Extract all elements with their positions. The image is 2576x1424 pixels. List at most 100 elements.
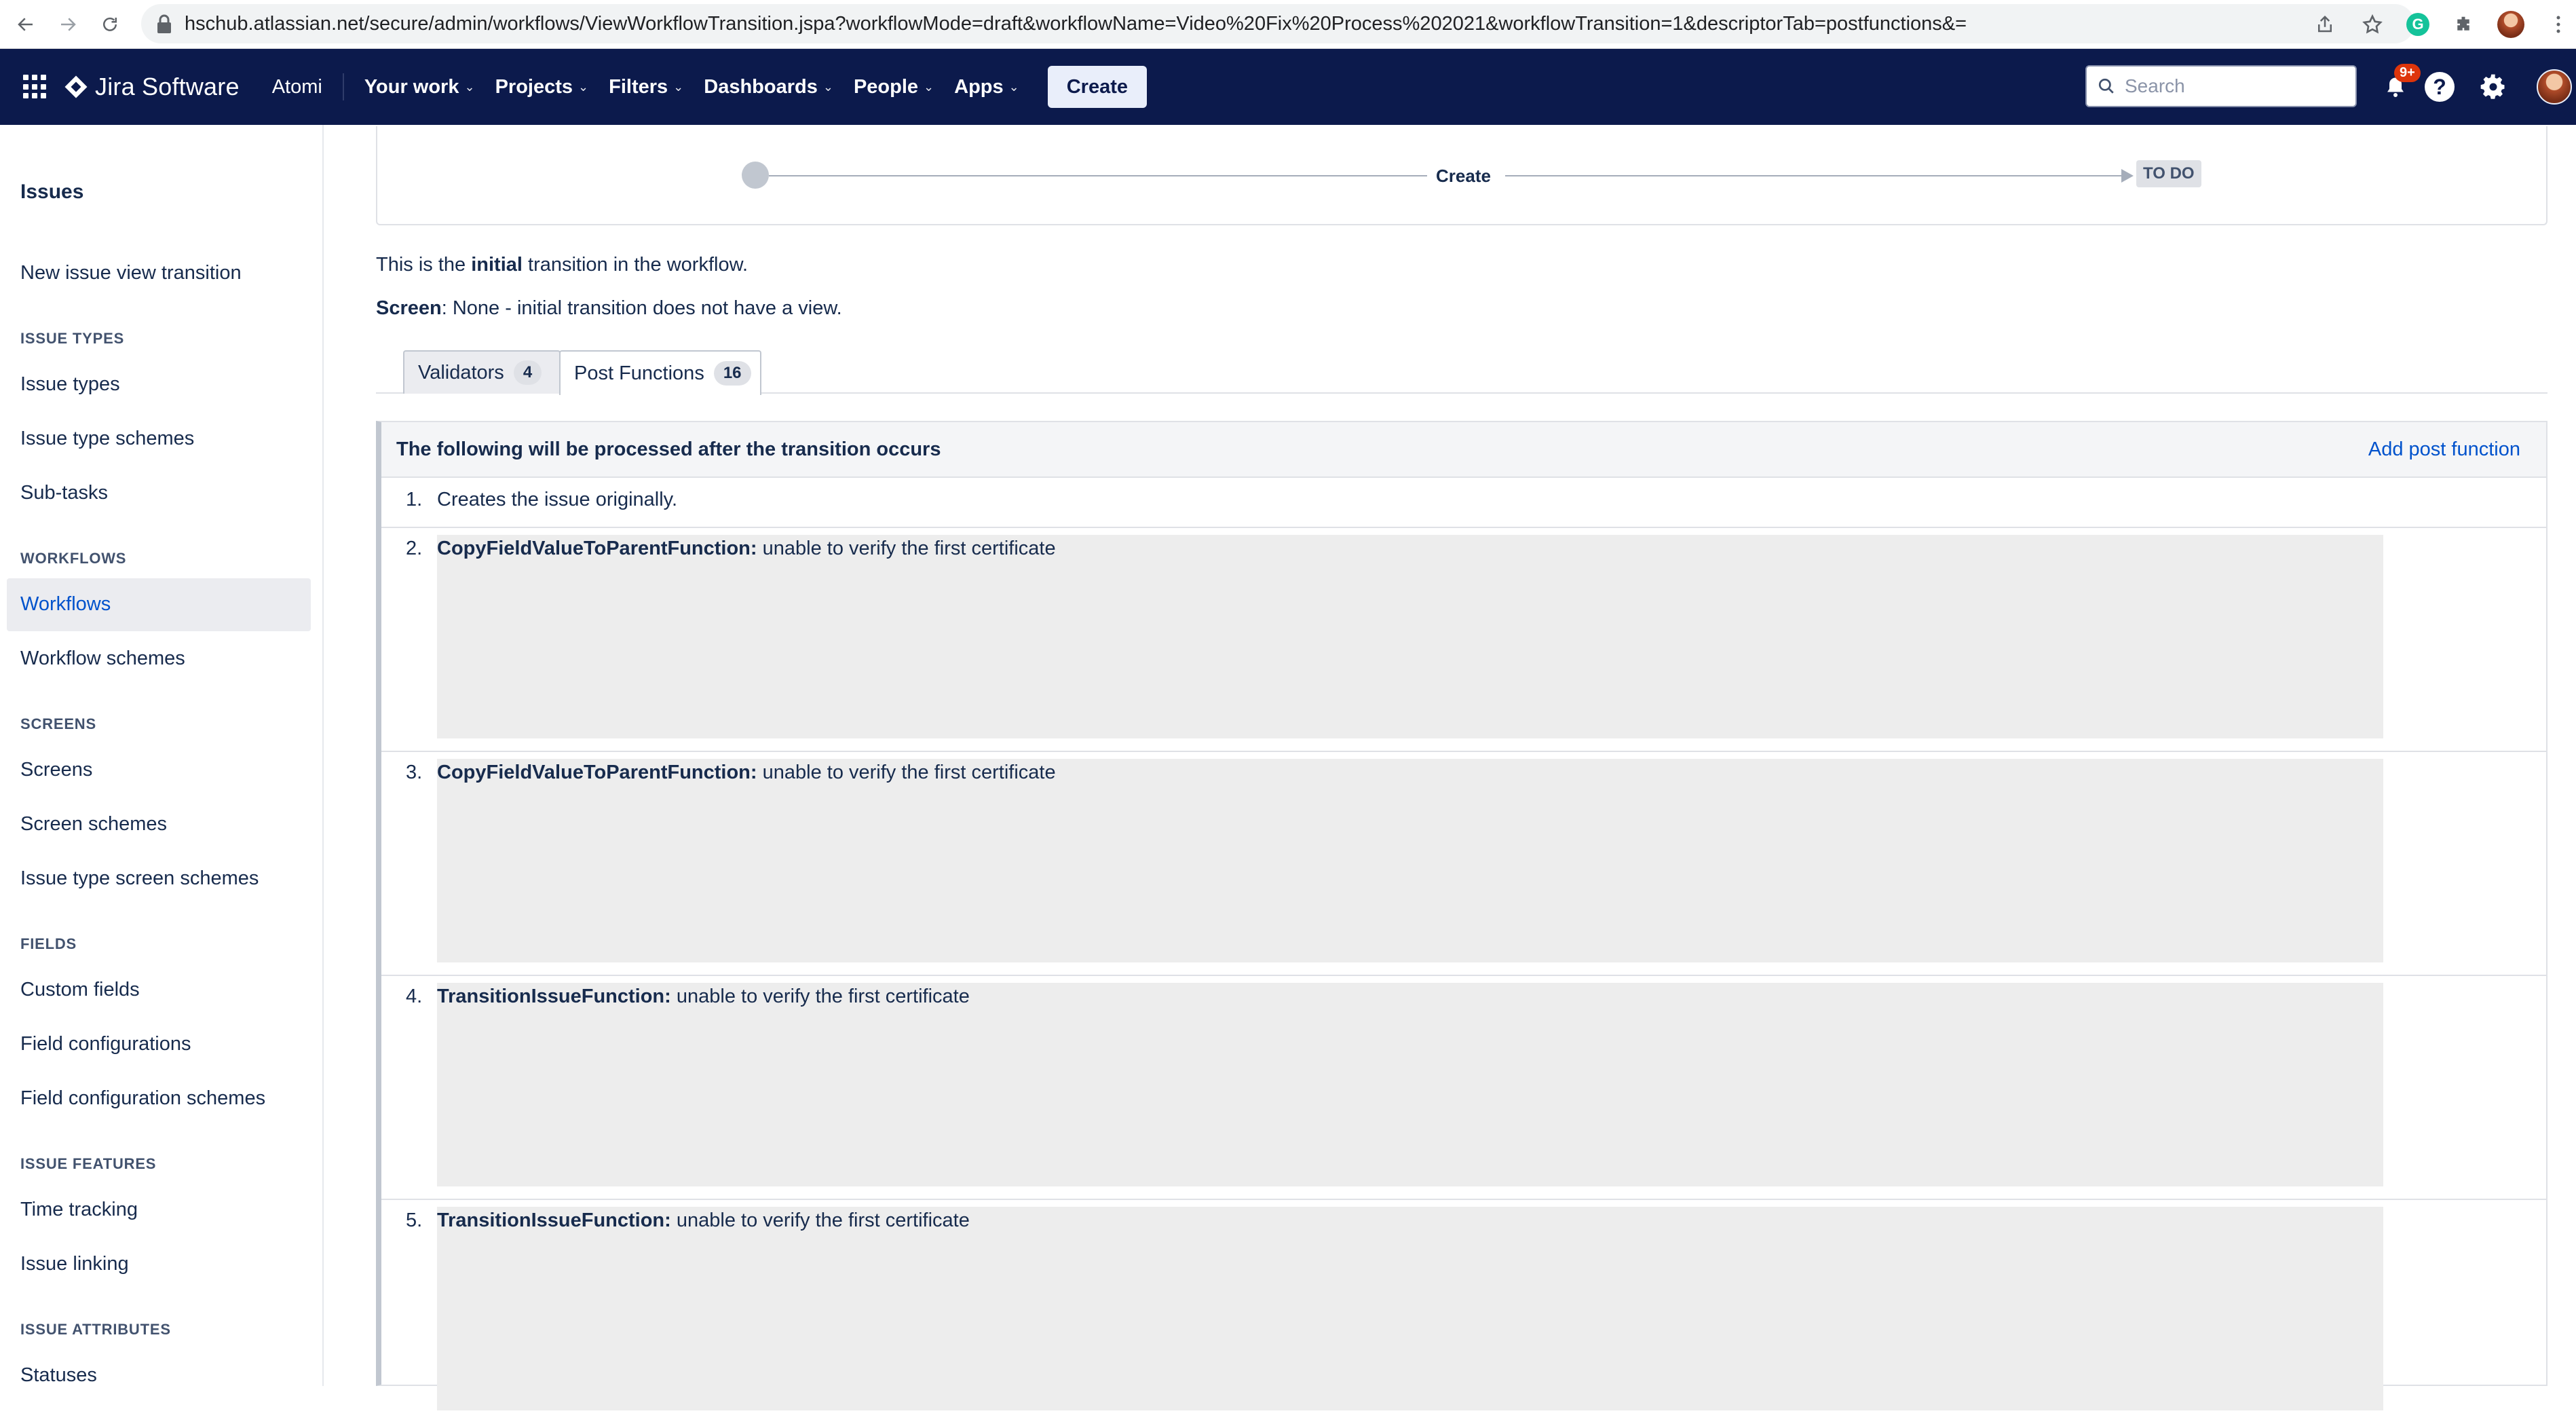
sidebar-heading-issue-features: ISSUE FEATURES bbox=[20, 1155, 157, 1172]
nav-filters[interactable]: Filters ⌄ bbox=[609, 76, 683, 98]
screen-info: Screen: None - initial transition does n… bbox=[376, 297, 842, 319]
nav-projects[interactable]: Projects ⌄ bbox=[495, 76, 589, 98]
search-box[interactable] bbox=[2085, 65, 2357, 107]
nav-your-work[interactable]: Your work ⌄ bbox=[364, 76, 475, 98]
post-function-row: 5. TransitionIssueFunction: unable to ve… bbox=[381, 1200, 2546, 1424]
post-function-text: TransitionIssueFunction: unable to verif… bbox=[437, 986, 970, 1007]
row-number: 4. bbox=[406, 986, 423, 1007]
transition-label: Create bbox=[1436, 166, 1491, 186]
nav-dashboards[interactable]: Dashboards ⌄ bbox=[704, 76, 833, 98]
row-number: 1. bbox=[406, 489, 423, 510]
chevron-down-icon: ⌄ bbox=[464, 79, 475, 94]
sidebar-heading-issue-attributes: ISSUE ATTRIBUTES bbox=[20, 1321, 171, 1338]
arrow-head-icon bbox=[2121, 169, 2134, 183]
sidebar-item-custom-fields[interactable]: Custom fields bbox=[20, 979, 140, 1001]
search-icon bbox=[2098, 78, 2114, 94]
post-functions-header: The following will be processed after th… bbox=[381, 422, 2546, 478]
app-switcher-icon[interactable] bbox=[23, 75, 48, 99]
jira-diamond-icon bbox=[64, 75, 88, 98]
sidebar-item-field-configuration-schemes[interactable]: Field configuration schemes bbox=[20, 1087, 265, 1110]
sidebar-heading-workflows: WORKFLOWS bbox=[20, 550, 127, 567]
sidebar-item-time-tracking[interactable]: Time tracking bbox=[20, 1199, 138, 1221]
site-name[interactable]: Atomi bbox=[272, 76, 322, 98]
post-function-row: 1. Creates the issue originally. bbox=[381, 478, 2546, 528]
post-function-row: 4. TransitionIssueFunction: unable to ve… bbox=[381, 976, 2546, 1200]
chevron-down-icon: ⌄ bbox=[822, 79, 833, 94]
sidebar-title: Issues bbox=[20, 181, 84, 203]
post-function-content-box bbox=[437, 1207, 2383, 1410]
post-functions-count: 16 bbox=[713, 361, 751, 386]
post-functions-header-title: The following will be processed after th… bbox=[396, 438, 941, 460]
nav-divider bbox=[342, 73, 344, 100]
extensions-puzzle-icon[interactable] bbox=[2450, 11, 2477, 38]
post-function-text: TransitionIssueFunction: unable to verif… bbox=[437, 1210, 970, 1231]
url-text: hschub.atlassian.net/secure/admin/workfl… bbox=[185, 12, 1967, 35]
post-function-content-box bbox=[437, 983, 2383, 1186]
initial-state-dot bbox=[742, 162, 769, 189]
sidebar-heading-issue-types: ISSUE TYPES bbox=[20, 330, 125, 347]
browser-menu-icon[interactable] bbox=[2545, 11, 2572, 38]
sidebar-item-sub-tasks[interactable]: Sub-tasks bbox=[20, 482, 108, 504]
row-number: 3. bbox=[406, 762, 423, 783]
validators-count: 4 bbox=[513, 360, 542, 385]
tab-validators[interactable]: Validators 4 bbox=[403, 350, 561, 394]
post-function-content-box bbox=[437, 759, 2383, 962]
row-number: 2. bbox=[406, 538, 423, 559]
post-function-text: CopyFieldValueToParentFunction: unable t… bbox=[437, 762, 1056, 783]
sidebar-item-field-configurations[interactable]: Field configurations bbox=[20, 1033, 191, 1055]
address-bar[interactable]: hschub.atlassian.net/secure/admin/workfl… bbox=[141, 4, 2414, 43]
sidebar-heading-screens: SCREENS bbox=[20, 715, 96, 732]
settings-gear-icon[interactable] bbox=[2478, 72, 2508, 102]
post-function-text: Creates the issue originally. bbox=[437, 489, 678, 510]
initial-transition-note: This is the initial transition in the wo… bbox=[376, 254, 748, 276]
post-functions-panel: The following will be processed after th… bbox=[376, 421, 2547, 1410]
forward-icon[interactable] bbox=[52, 8, 84, 41]
sidebar-item-issue-type-schemes[interactable]: Issue type schemes bbox=[20, 428, 194, 450]
search-input[interactable] bbox=[2125, 75, 2342, 97]
post-function-content-box bbox=[437, 535, 2383, 738]
help-icon[interactable]: ? bbox=[2425, 72, 2455, 102]
sidebar-item-workflow-schemes[interactable]: Workflow schemes bbox=[20, 648, 185, 670]
sidebar-item-issue-type-screen-schemes[interactable]: Issue type screen schemes bbox=[20, 867, 259, 890]
sidebar-item-workflows[interactable]: Workflows bbox=[20, 593, 111, 616]
sidebar-item-screen-schemes[interactable]: Screen schemes bbox=[20, 813, 167, 836]
post-function-text: CopyFieldValueToParentFunction: unable t… bbox=[437, 538, 1056, 559]
post-function-row: 3. CopyFieldValueToParentFunction: unabl… bbox=[381, 752, 2546, 976]
browser-profile-avatar[interactable] bbox=[2497, 11, 2524, 38]
chevron-down-icon: ⌄ bbox=[924, 79, 934, 94]
jira-top-navigation: Jira Software Atomi Your work ⌄ Projects ⌄… bbox=[0, 49, 2576, 125]
jira-logo[interactable]: Jira Software bbox=[64, 73, 240, 101]
bookmark-star-icon[interactable] bbox=[2359, 11, 2386, 38]
post-function-row: 2. CopyFieldValueToParentFunction: unabl… bbox=[381, 528, 2546, 752]
chevron-down-icon: ⌄ bbox=[1008, 79, 1019, 94]
chevron-down-icon: ⌄ bbox=[578, 79, 589, 94]
tab-post-functions[interactable]: Post Functions 16 bbox=[559, 350, 761, 395]
create-button[interactable]: Create bbox=[1047, 66, 1148, 108]
row-number: 5. bbox=[406, 1210, 423, 1231]
reload-icon[interactable] bbox=[94, 8, 126, 41]
grammarly-extension-icon[interactable]: G bbox=[2406, 13, 2429, 36]
nav-apps[interactable]: Apps ⌄ bbox=[954, 76, 1019, 98]
transition-line bbox=[1505, 175, 2123, 176]
transition-line bbox=[769, 175, 1427, 176]
add-post-function-link[interactable]: Add post function bbox=[2368, 438, 2520, 461]
sidebar-item-screens[interactable]: Screens bbox=[20, 759, 92, 781]
sidebar-item-new-issue-view-transition[interactable]: New issue view transition bbox=[20, 262, 242, 284]
nav-people[interactable]: People ⌄ bbox=[854, 76, 934, 98]
target-status-lozenge: TO DO bbox=[2136, 160, 2201, 187]
lock-icon bbox=[157, 14, 171, 33]
transition-diagram: Create TO DO bbox=[376, 126, 2547, 225]
back-icon[interactable] bbox=[10, 8, 42, 41]
share-icon[interactable] bbox=[2311, 11, 2338, 38]
notification-badge: 9+ bbox=[2394, 64, 2421, 82]
sidebar-item-issue-linking[interactable]: Issue linking bbox=[20, 1253, 129, 1275]
sidebar-heading-fields: FIELDS bbox=[20, 935, 77, 952]
sidebar-item-issue-types[interactable]: Issue types bbox=[20, 373, 120, 396]
browser-toolbar: hschub.atlassian.net/secure/admin/workfl… bbox=[0, 0, 2576, 49]
sidebar-item-statuses[interactable]: Statuses bbox=[20, 1364, 97, 1387]
chevron-down-icon: ⌄ bbox=[673, 79, 684, 94]
notifications-button[interactable]: 9+ bbox=[2375, 64, 2421, 107]
user-avatar[interactable] bbox=[2537, 69, 2572, 105]
admin-sidebar: Issues New issue view transition ISSUE T… bbox=[0, 125, 324, 1386]
product-name: Jira Software bbox=[95, 73, 240, 100]
